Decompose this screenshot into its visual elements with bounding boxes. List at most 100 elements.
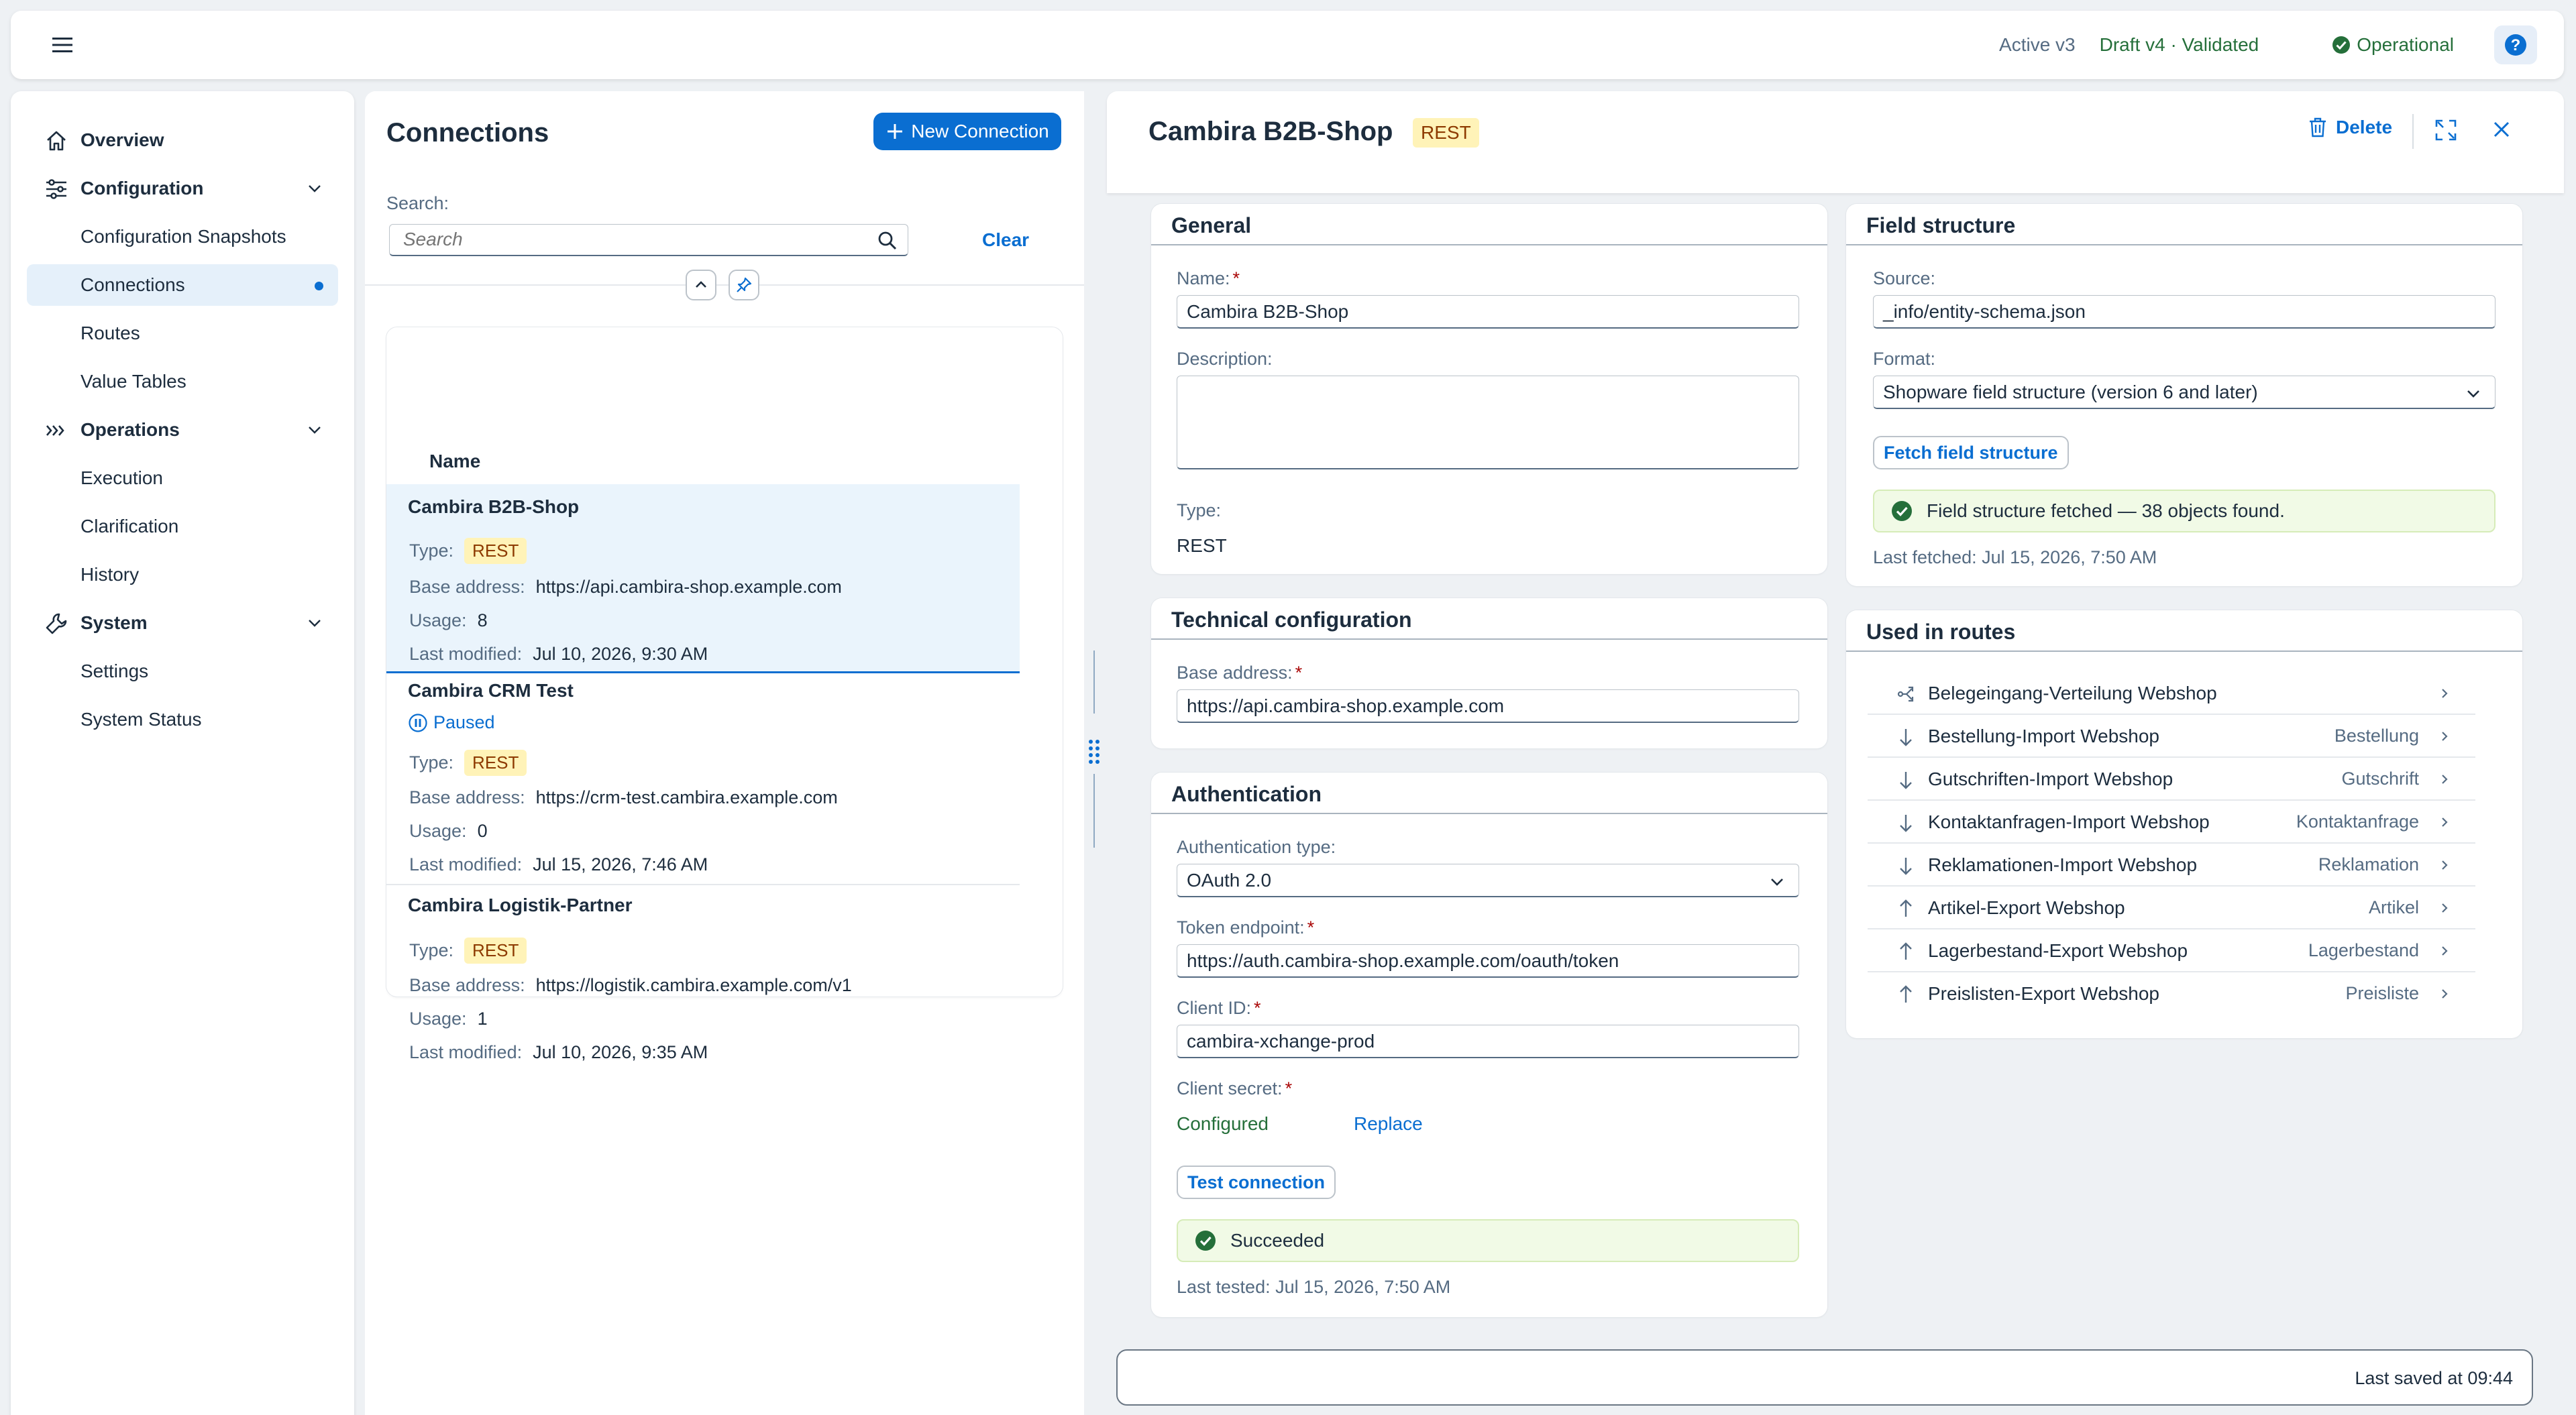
splitter-handle[interactable]	[1085, 738, 1103, 767]
detail-title: Cambira B2B-Shop	[1148, 117, 1393, 146]
nav-overview[interactable]: Overview	[27, 119, 338, 161]
replace-secret-link[interactable]: Replace	[1354, 1113, 1423, 1135]
chevron-right-icon	[2442, 689, 2448, 698]
fetch-field-structure-button[interactable]: Fetch field structure	[1873, 436, 2069, 469]
pin-header-button[interactable]	[729, 270, 759, 300]
nav-label: Configuration Snapshots	[80, 226, 286, 247]
nav-value-tables[interactable]: Value Tables	[27, 361, 338, 402]
list-item[interactable]: Kontaktanfragen-Import Webshop Kontaktan…	[1868, 801, 2475, 844]
list-item[interactable]: Cambira CRM Test Paused Type: REST Base …	[386, 676, 1020, 881]
arrow-up-icon	[1900, 942, 1912, 960]
token-endpoint-label: Token endpoint: *	[1177, 917, 1315, 938]
list-item[interactable]: Cambira Logistik-Partner Type: REST Base…	[386, 887, 1020, 1068]
nav-operations[interactable]: Operations	[27, 409, 338, 451]
type-badge: REST	[464, 538, 527, 564]
chevron-up-icon	[696, 281, 706, 288]
format-value: Shopware field structure (version 6 and …	[1883, 382, 2258, 402]
nav-system[interactable]: System	[27, 602, 338, 644]
format-select[interactable]: Shopware field structure (version 6 and …	[1873, 376, 2496, 409]
last-modified-value: Jul 15, 2026, 7:46 AM	[533, 854, 708, 874]
type-label: Type:	[409, 752, 454, 773]
shell-bar: Active v3 Draft v4 · Validated Operation…	[11, 11, 2564, 79]
nav-settings[interactable]: Settings	[27, 650, 338, 692]
list-item[interactable]: Reklamationen-Import Webshop Reklamation	[1868, 844, 2475, 887]
clear-search-link[interactable]: Clear	[982, 229, 1029, 251]
list-item[interactable]: Lagerbestand-Export Webshop Lagerbestand	[1868, 929, 2475, 972]
nav-configuration[interactable]: Configuration	[27, 168, 338, 209]
nav-execution[interactable]: Execution	[27, 457, 338, 499]
list-item[interactable]: Gutschriften-Import Webshop Gutschrift	[1868, 758, 2475, 801]
technical-config-card: Technical configuration Base address: * h…	[1151, 598, 1827, 748]
menu-icon[interactable]	[48, 31, 76, 59]
collapse-header-button[interactable]	[686, 270, 716, 300]
splitter-line	[1093, 650, 1095, 714]
card-title: Used in routes	[1846, 610, 2522, 652]
source-field[interactable]: _info/entity-schema.json	[1873, 295, 2496, 329]
card-title: Technical configuration	[1151, 598, 1827, 640]
usage-label: Usage:	[409, 821, 467, 841]
chevron-down-icon	[309, 427, 321, 434]
type-label: Type:	[409, 940, 454, 960]
system-status: Operational	[2331, 34, 2454, 56]
drag-handle-icon	[1089, 740, 1099, 764]
arrow-down-icon	[1900, 772, 1912, 789]
nav-label: System	[80, 612, 148, 633]
route-name: Artikel-Export Webshop	[1928, 897, 2125, 918]
help-icon: ?	[2505, 34, 2526, 56]
base-address-value: https://logistik.cambira.example.com/v1	[535, 975, 852, 995]
auth-type-select[interactable]: OAuth 2.0	[1177, 864, 1799, 897]
route-name: Kontaktanfragen-Import Webshop	[1928, 811, 2210, 832]
last-modified-label: Last modified:	[409, 854, 523, 874]
delete-button[interactable]: Delete	[2308, 117, 2392, 138]
search-input[interactable]	[390, 225, 859, 254]
nav-label: Settings	[80, 661, 149, 681]
active-version: Active v3	[1999, 34, 2076, 55]
test-connection-button[interactable]: Test connection	[1177, 1166, 1336, 1199]
divider	[386, 884, 1020, 885]
token-endpoint-field[interactable]: https://auth.cambira-shop.example.com/oa…	[1177, 944, 1799, 978]
base-address-field[interactable]: https://api.cambira-shop.example.com	[1177, 689, 1799, 723]
nav-system-status[interactable]: System Status	[27, 699, 338, 740]
client-secret-status: Configured	[1177, 1113, 1269, 1134]
chevron-right-icon	[2442, 903, 2448, 913]
name-field[interactable]: Cambira B2B-Shop	[1177, 295, 1799, 329]
last-tested: Last tested: Jul 15, 2026, 7:50 AM	[1177, 1277, 1451, 1297]
list-item[interactable]: Artikel-Export Webshop Artikel	[1868, 887, 2475, 929]
search-icon[interactable]	[877, 230, 898, 251]
type-badge: REST	[1413, 118, 1479, 148]
route-object: Reklamation	[2318, 854, 2419, 874]
search-field[interactable]	[389, 224, 908, 256]
type-label: Type:	[409, 541, 454, 561]
new-connection-button[interactable]: New Connection	[873, 113, 1061, 150]
test-result-text: Succeeded	[1230, 1230, 1325, 1251]
usage-value: 0	[477, 821, 488, 841]
used-in-routes-card: Used in routes Belegeingang-Verteilung W…	[1846, 610, 2522, 1038]
list-item[interactable]: Belegeingang-Verteilung Webshop	[1868, 672, 2475, 715]
nav-connections[interactable]: Connections	[27, 264, 338, 306]
list-item[interactable]: Bestellung-Import Webshop Bestellung	[1868, 715, 2475, 758]
nav-routes[interactable]: Routes	[27, 313, 338, 354]
connections-list-pane: Connections New Connection Search: Clear…	[365, 91, 1084, 1415]
client-id-field[interactable]: cambira-xchange-prod	[1177, 1025, 1799, 1058]
base-address-label: Base address:	[409, 787, 525, 807]
close-button[interactable]	[2491, 119, 2512, 139]
nav-configuration-snapshots[interactable]: Configuration Snapshots	[27, 216, 338, 258]
chevron-down-icon	[309, 620, 321, 627]
client-id-label-text: Client ID:	[1177, 998, 1252, 1018]
type-badge: REST	[464, 938, 527, 964]
fullscreen-button[interactable]	[2434, 118, 2458, 142]
list-item[interactable]: Cambira B2B-Shop Type: REST Base address…	[386, 484, 1020, 673]
nav-clarification[interactable]: Clarification	[27, 506, 338, 547]
nav-label: History	[80, 564, 140, 585]
description-field[interactable]	[1177, 376, 1799, 469]
nav-label: Value Tables	[80, 371, 186, 392]
operations-icon	[46, 425, 64, 436]
card-title: Field structure	[1846, 204, 2522, 245]
help-button[interactable]: ?	[2494, 25, 2537, 64]
check-circle-icon	[1195, 1231, 1216, 1251]
nav-history[interactable]: History	[27, 554, 338, 596]
last-modified-value: Jul 10, 2026, 9:35 AM	[533, 1042, 708, 1062]
nav-label: Configuration	[80, 178, 204, 199]
client-id-label: Client ID: *	[1177, 998, 1261, 1018]
list-item[interactable]: Preislisten-Export Webshop Preisliste	[1868, 972, 2475, 1015]
